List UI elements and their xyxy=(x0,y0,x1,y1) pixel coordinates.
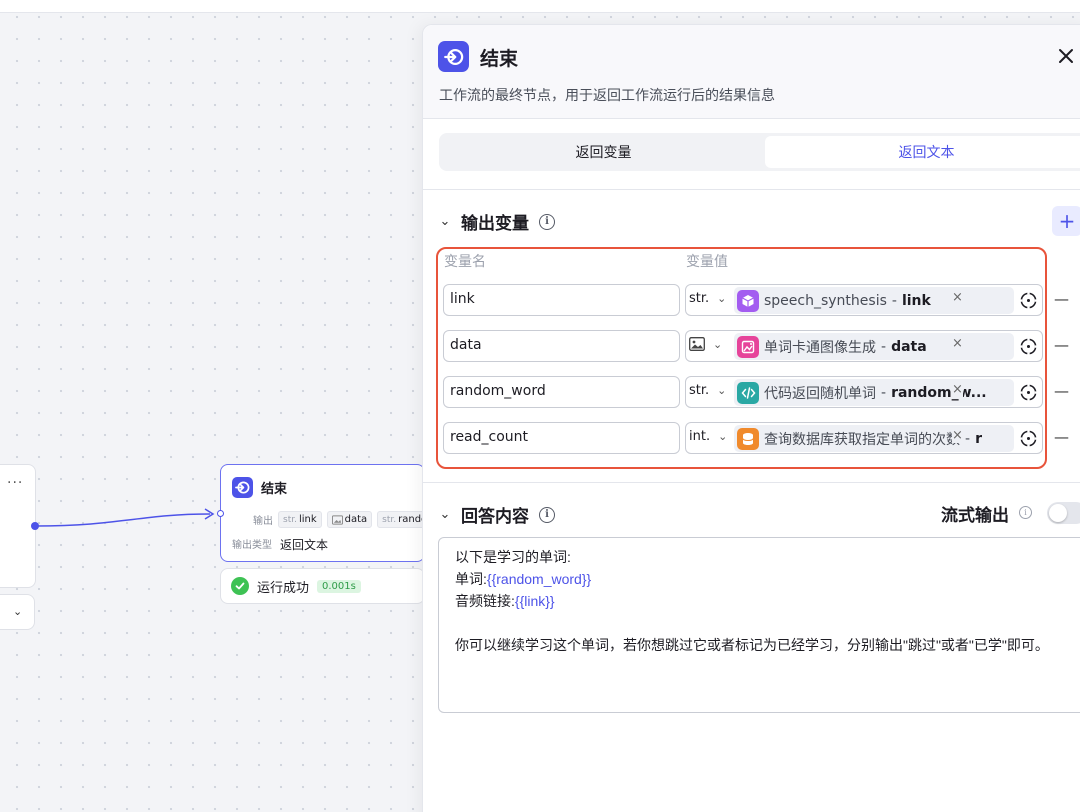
code-icon xyxy=(737,381,759,404)
variable-row: random_word str. ⌄ 代码返回随机单词 - random_w... ×… xyxy=(443,376,1069,408)
output-chip-data: data xyxy=(326,511,373,528)
chevron-down-icon[interactable]: ⌄ xyxy=(439,214,451,229)
chevron-down-icon: ⌄ xyxy=(717,292,727,305)
input-port[interactable] xyxy=(217,510,224,517)
clear-reference-icon[interactable]: × xyxy=(952,336,963,351)
image-gen-icon xyxy=(737,335,759,358)
variable-reference[interactable]: 单词卡通图像生成 - data xyxy=(734,333,1014,360)
variable-row: link str. ⌄ speech_synthesis - link × — xyxy=(443,284,1069,316)
column-variable-name: 变量名 xyxy=(444,254,486,270)
panel-description: 工作流的最终节点，用于返回工作流运行后的结果信息 xyxy=(439,88,775,104)
image-icon xyxy=(689,337,705,351)
close-icon[interactable] xyxy=(1053,43,1079,69)
variable-row: read_count int. ⌄ 查询数据库获取指定单词的次数 - r × — xyxy=(443,422,1069,454)
cube-icon xyxy=(737,289,759,312)
variable-row: data ⌄ 单词卡通图像生成 - data × — xyxy=(443,330,1069,362)
clear-reference-icon[interactable]: × xyxy=(952,382,963,397)
variable-picker-icon[interactable] xyxy=(1019,429,1038,448)
tab-return-text[interactable]: 返回文本 xyxy=(765,136,1080,168)
remove-variable-button[interactable]: — xyxy=(1054,428,1069,446)
remove-variable-button[interactable]: — xyxy=(1054,382,1069,400)
variable-reference[interactable]: 代码返回随机单词 - random_w... xyxy=(734,379,1014,406)
clear-reference-icon[interactable]: × xyxy=(952,428,963,443)
run-status-badge[interactable]: 运行成功 0.001s xyxy=(220,568,425,604)
answer-content-header[interactable]: ⌄ 回答内容 i xyxy=(439,502,555,527)
run-status-label: 运行成功 xyxy=(257,580,310,596)
clear-reference-icon[interactable]: × xyxy=(952,290,963,305)
remove-variable-button[interactable]: — xyxy=(1054,290,1069,308)
type-selector[interactable]: str. ⌄ xyxy=(689,383,726,398)
info-icon[interactable]: i xyxy=(539,213,555,230)
variable-name-input[interactable]: link xyxy=(443,284,680,316)
check-circle-icon xyxy=(231,577,249,595)
add-variable-button[interactable]: + xyxy=(1052,206,1080,236)
answer-content-title: 回答内容 xyxy=(461,507,529,527)
output-port[interactable] xyxy=(31,522,39,530)
answer-line: 音频链接:{{link}} xyxy=(455,593,555,609)
variable-value-field: str. ⌄ 代码返回随机单词 - random_w... × xyxy=(685,376,1043,408)
chevron-down-icon: ⌄ xyxy=(713,337,723,351)
output-chip-random-word: str.random_word xyxy=(377,511,424,528)
panel-title: 结束 xyxy=(480,48,519,70)
chevron-down-icon: ⌄ xyxy=(717,384,727,397)
return-mode-tabs: 返回变量 返回文本 xyxy=(439,133,1080,171)
column-variable-value: 变量值 xyxy=(686,254,728,270)
end-node-config-panel: 结束 工作流的最终节点，用于返回工作流运行后的结果信息 返回变量 返回文本 ⌄ … xyxy=(422,24,1080,812)
chevron-down-icon[interactable]: ⌄ xyxy=(439,507,451,522)
variable-reference[interactable]: speech_synthesis - link xyxy=(734,287,1014,314)
output-label: 输出 xyxy=(253,516,273,527)
answer-content-editor[interactable]: 以下是学习的单词: 单词:{{random_word}} 音频链接:{{link… xyxy=(438,537,1080,713)
info-icon[interactable]: i xyxy=(539,506,555,523)
type-selector[interactable]: ⌄ xyxy=(689,337,722,351)
section-divider xyxy=(423,482,1080,483)
answer-line: 单词:{{random_word}} xyxy=(455,571,592,587)
remove-variable-button[interactable]: — xyxy=(1054,336,1069,354)
answer-line: 以下是学习的单词: xyxy=(455,549,571,565)
template-variable: {{link}} xyxy=(514,593,555,609)
database-icon xyxy=(737,427,759,450)
tab-return-variables[interactable]: 返回变量 xyxy=(442,136,765,168)
toggle-knob xyxy=(1049,504,1067,522)
chevron-down-icon: ⌄ xyxy=(718,430,728,443)
output-variables-title: 输出变量 xyxy=(461,214,529,234)
output-chip-link: str. link xyxy=(278,511,322,528)
section-divider xyxy=(423,189,1080,190)
variable-value-field: str. ⌄ speech_synthesis - link × xyxy=(685,284,1043,316)
variable-name-input[interactable]: read_count xyxy=(443,422,680,454)
variable-value-field: int. ⌄ 查询数据库获取指定单词的次数 - r × xyxy=(685,422,1043,454)
variable-name-input[interactable]: random_word xyxy=(443,376,680,408)
answer-paragraph: 你可以继续学习这个单词，若你想跳过它或者标记为已经学习，分别输出"跳过"或者"已… xyxy=(455,637,1049,653)
output-type-value: 返回文本 xyxy=(280,538,329,552)
variable-picker-icon[interactable] xyxy=(1019,383,1038,402)
stream-output-label: 流式输出 xyxy=(941,506,1009,526)
variable-reference[interactable]: 查询数据库获取指定单词的次数 - r xyxy=(734,425,1014,452)
end-node-title: 结束 xyxy=(261,482,288,497)
type-selector[interactable]: int. ⌄ xyxy=(689,429,727,444)
end-node-icon xyxy=(438,41,469,72)
output-type-label: 输出类型 xyxy=(232,540,272,551)
run-duration-badge: 0.001s xyxy=(317,579,361,593)
type-selector[interactable]: str. ⌄ xyxy=(689,291,726,306)
variable-name-input[interactable]: data xyxy=(443,330,680,362)
variable-picker-icon[interactable] xyxy=(1019,337,1038,356)
info-icon[interactable]: i xyxy=(1019,506,1032,519)
template-variable: {{random_word}} xyxy=(486,571,592,587)
end-node-card[interactable]: 结束 输出 str.link data str.random_word 输出类型… xyxy=(220,464,425,562)
output-variables-header[interactable]: ⌄ 输出变量 i xyxy=(439,209,555,234)
stream-output-toggle[interactable] xyxy=(1047,502,1080,524)
image-icon xyxy=(331,514,343,525)
end-node-icon xyxy=(232,477,253,498)
variable-picker-icon[interactable] xyxy=(1019,291,1038,310)
variable-value-field: ⌄ 单词卡通图像生成 - data × xyxy=(685,330,1043,362)
